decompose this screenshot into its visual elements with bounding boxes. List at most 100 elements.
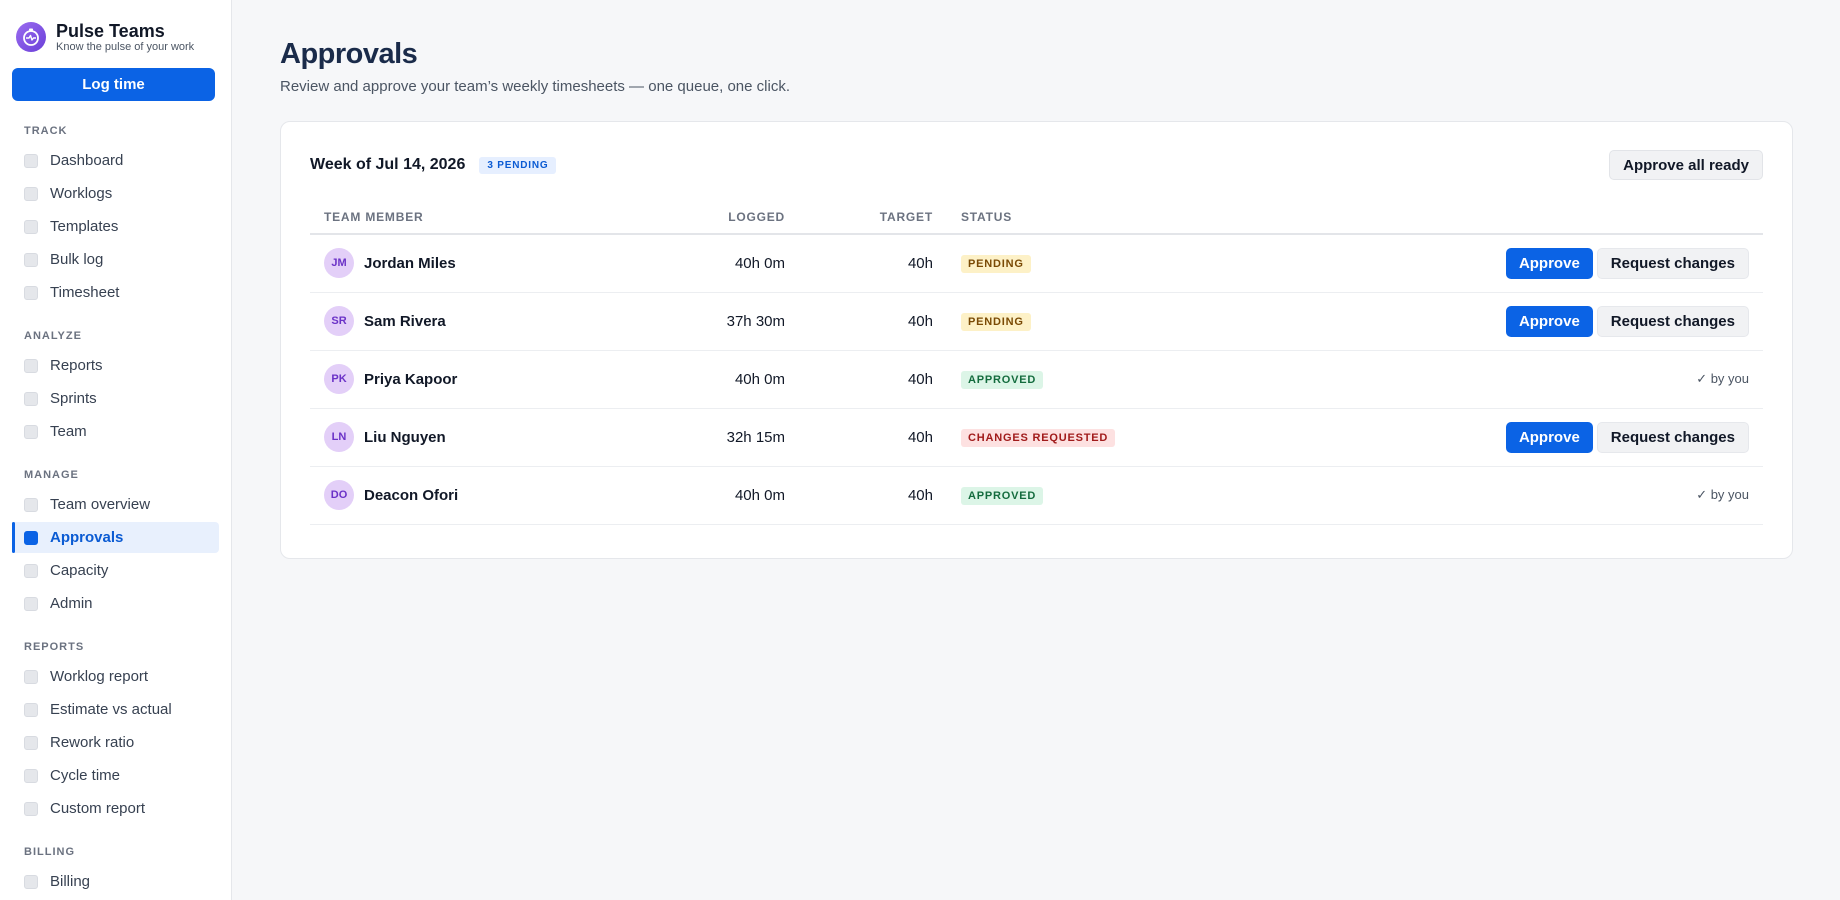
- column-header-logged[interactable]: LOGGED: [710, 200, 799, 235]
- actions-cell: Approve Request changes: [1247, 408, 1763, 467]
- request-changes-button[interactable]: Request changes: [1596, 247, 1749, 279]
- column-header-member[interactable]: TEAM MEMBER: [310, 200, 710, 235]
- member-name: Priya Kapoor: [364, 370, 458, 388]
- member-cell: JM Jordan Miles: [310, 234, 710, 293]
- sidebar-item-label: Team overview: [50, 496, 151, 513]
- sidebar-item-billing[interactable]: Billing: [12, 866, 219, 897]
- status-cell: APPROVED: [947, 350, 1247, 409]
- nav-item-icon: [24, 285, 38, 300]
- member-cell: PK Priya Kapoor: [310, 350, 710, 409]
- target-cell: 40h: [799, 350, 947, 409]
- target-cell: 40h: [799, 292, 947, 351]
- brand-name: Pulse Teams: [56, 20, 165, 41]
- logged-cell: 32h 15m: [710, 408, 799, 467]
- avatar: DO: [324, 480, 354, 510]
- nav-section-track: TRACK Dashboard Worklogs Templates Bulk log T…: [12, 123, 219, 308]
- sidebar-item-label: Bulk log: [50, 251, 104, 268]
- sidebar-item-worklogs[interactable]: Worklogs: [12, 178, 219, 209]
- sidebar-item-admin[interactable]: Admin: [12, 588, 219, 619]
- sidebar-nav: TRACK Dashboard Worklogs Templates Bulk log T…: [12, 123, 219, 900]
- nav-section-manage: MANAGE Team overview Approvals Capacity Admi…: [12, 467, 219, 619]
- member-name: Deacon Ofori: [364, 486, 459, 504]
- nav-section-heading: REPORTS: [24, 641, 85, 653]
- sidebar-item-label: Worklog report: [50, 668, 149, 685]
- sidebar-item-label: Templates: [50, 218, 119, 235]
- status-cell: PENDING: [947, 234, 1247, 293]
- column-header-target[interactable]: TARGET: [799, 200, 947, 235]
- status-badge: CHANGES REQUESTED: [961, 428, 1116, 447]
- nav-section-heading: ANALYZE: [24, 330, 82, 342]
- approvals-card: Week of Jul 14, 2026 3 PENDING Approve a…: [280, 121, 1793, 559]
- avatar: LN: [324, 422, 354, 452]
- nav-section-billing: BILLINGBillingInvoice: [12, 844, 219, 900]
- actions-cell: Approve Request changes: [1247, 292, 1763, 351]
- logged-cell: 40h 0m: [710, 234, 799, 293]
- nav-item-icon: [24, 702, 38, 717]
- table-row: PK Priya Kapoor 40h 0m 40h APPROVED ✓ by…: [310, 350, 1763, 409]
- column-header-actions: [1247, 200, 1763, 235]
- nav-item-icon: [24, 186, 38, 201]
- sidebar-item-label: Custom report: [50, 800, 146, 817]
- sidebar-item-timesheet[interactable]: Timesheet: [12, 277, 219, 308]
- sidebar-item-label: Estimate vs actual: [50, 701, 172, 718]
- status-badge: APPROVED: [961, 486, 1044, 505]
- member-cell: LN Liu Nguyen: [310, 408, 710, 467]
- logged-cell: 37h 30m: [710, 292, 799, 351]
- approved-by-label: ✓ by you: [1696, 487, 1749, 502]
- sidebar-item-label: Billing: [50, 873, 91, 890]
- status-cell: PENDING: [947, 292, 1247, 351]
- sidebar-item-bulk-log[interactable]: Bulk log: [12, 244, 219, 275]
- sidebar-item-cycle-time[interactable]: Cycle time: [12, 760, 219, 791]
- nav-item-icon: [24, 801, 38, 816]
- nav-item-icon: [24, 358, 38, 373]
- sidebar-item-reports[interactable]: Reports: [12, 350, 219, 381]
- status-badge: APPROVED: [961, 370, 1044, 389]
- card-header: Week of Jul 14, 2026 3 PENDING Approve a…: [310, 150, 1763, 180]
- sidebar-item-approvals[interactable]: Approvals: [12, 522, 219, 553]
- approve-button[interactable]: Approve: [1505, 421, 1593, 453]
- approve-button[interactable]: Approve: [1505, 247, 1593, 279]
- request-changes-button[interactable]: Request changes: [1596, 305, 1749, 337]
- member-cell: SR Sam Rivera: [310, 292, 710, 351]
- pulse-timer-icon: [16, 22, 46, 52]
- status-badge: PENDING: [961, 312, 1031, 331]
- pending-count-badge: 3 PENDING: [479, 156, 557, 174]
- sidebar-item-worklog-report[interactable]: Worklog report: [12, 661, 219, 692]
- nav-item-icon: [24, 391, 38, 406]
- sidebar-item-sprints[interactable]: Sprints: [12, 383, 219, 414]
- sidebar-item-label: Cycle time: [50, 767, 121, 784]
- sidebar-item-capacity[interactable]: Capacity: [12, 555, 219, 586]
- sidebar-item-templates[interactable]: Templates: [12, 211, 219, 242]
- brand[interactable]: Pulse Teams Know the pulse of your work: [12, 18, 219, 54]
- avatar: PK: [324, 364, 354, 394]
- avatar: JM: [324, 248, 354, 279]
- nav-item-icon: [24, 219, 38, 234]
- nav-item-icon: [24, 874, 38, 889]
- sidebar-item-estimate-vs-actual[interactable]: Estimate vs actual: [12, 694, 219, 725]
- approve-button[interactable]: Approve: [1505, 305, 1593, 337]
- sidebar-item-label: Capacity: [50, 562, 109, 579]
- sidebar-item-custom-report[interactable]: Custom report: [12, 793, 219, 824]
- approvals-table: TEAM MEMBER LOGGED TARGET STATUS JM Jord…: [310, 200, 1763, 525]
- nav-item-icon: [24, 530, 38, 545]
- approve-all-ready-button[interactable]: Approve all ready: [1609, 150, 1763, 180]
- actions-cell: ✓ by you: [1247, 350, 1763, 409]
- sidebar-item-label: Reports: [50, 357, 103, 374]
- table-header-row: TEAM MEMBER LOGGED TARGET STATUS: [310, 200, 1763, 235]
- sidebar-item-team-overview[interactable]: Team overview: [12, 489, 219, 520]
- sidebar-item-label: Rework ratio: [50, 734, 135, 751]
- nav-item-icon: [24, 768, 38, 783]
- nav-section-analyze: ANALYZE Reports Sprints Team: [12, 328, 219, 447]
- sidebar-item-label: Admin: [50, 595, 93, 612]
- sidebar-item-rework-ratio[interactable]: Rework ratio: [12, 727, 219, 758]
- sidebar-item-team[interactable]: Team: [12, 416, 219, 447]
- column-header-status[interactable]: STATUS: [947, 200, 1247, 235]
- sidebar-item-dashboard[interactable]: Dashboard: [12, 145, 219, 176]
- sidebar-item-label: Team: [50, 423, 87, 440]
- avatar: SR: [324, 306, 354, 336]
- table-row: JM Jordan Miles 40h 0m 40h PENDING Appro…: [310, 234, 1763, 293]
- log-time-button[interactable]: Log time: [12, 68, 215, 101]
- sidebar-item-label: Timesheet: [50, 284, 120, 301]
- request-changes-button[interactable]: Request changes: [1596, 421, 1749, 453]
- actions-cell: Approve Request changes: [1247, 234, 1763, 293]
